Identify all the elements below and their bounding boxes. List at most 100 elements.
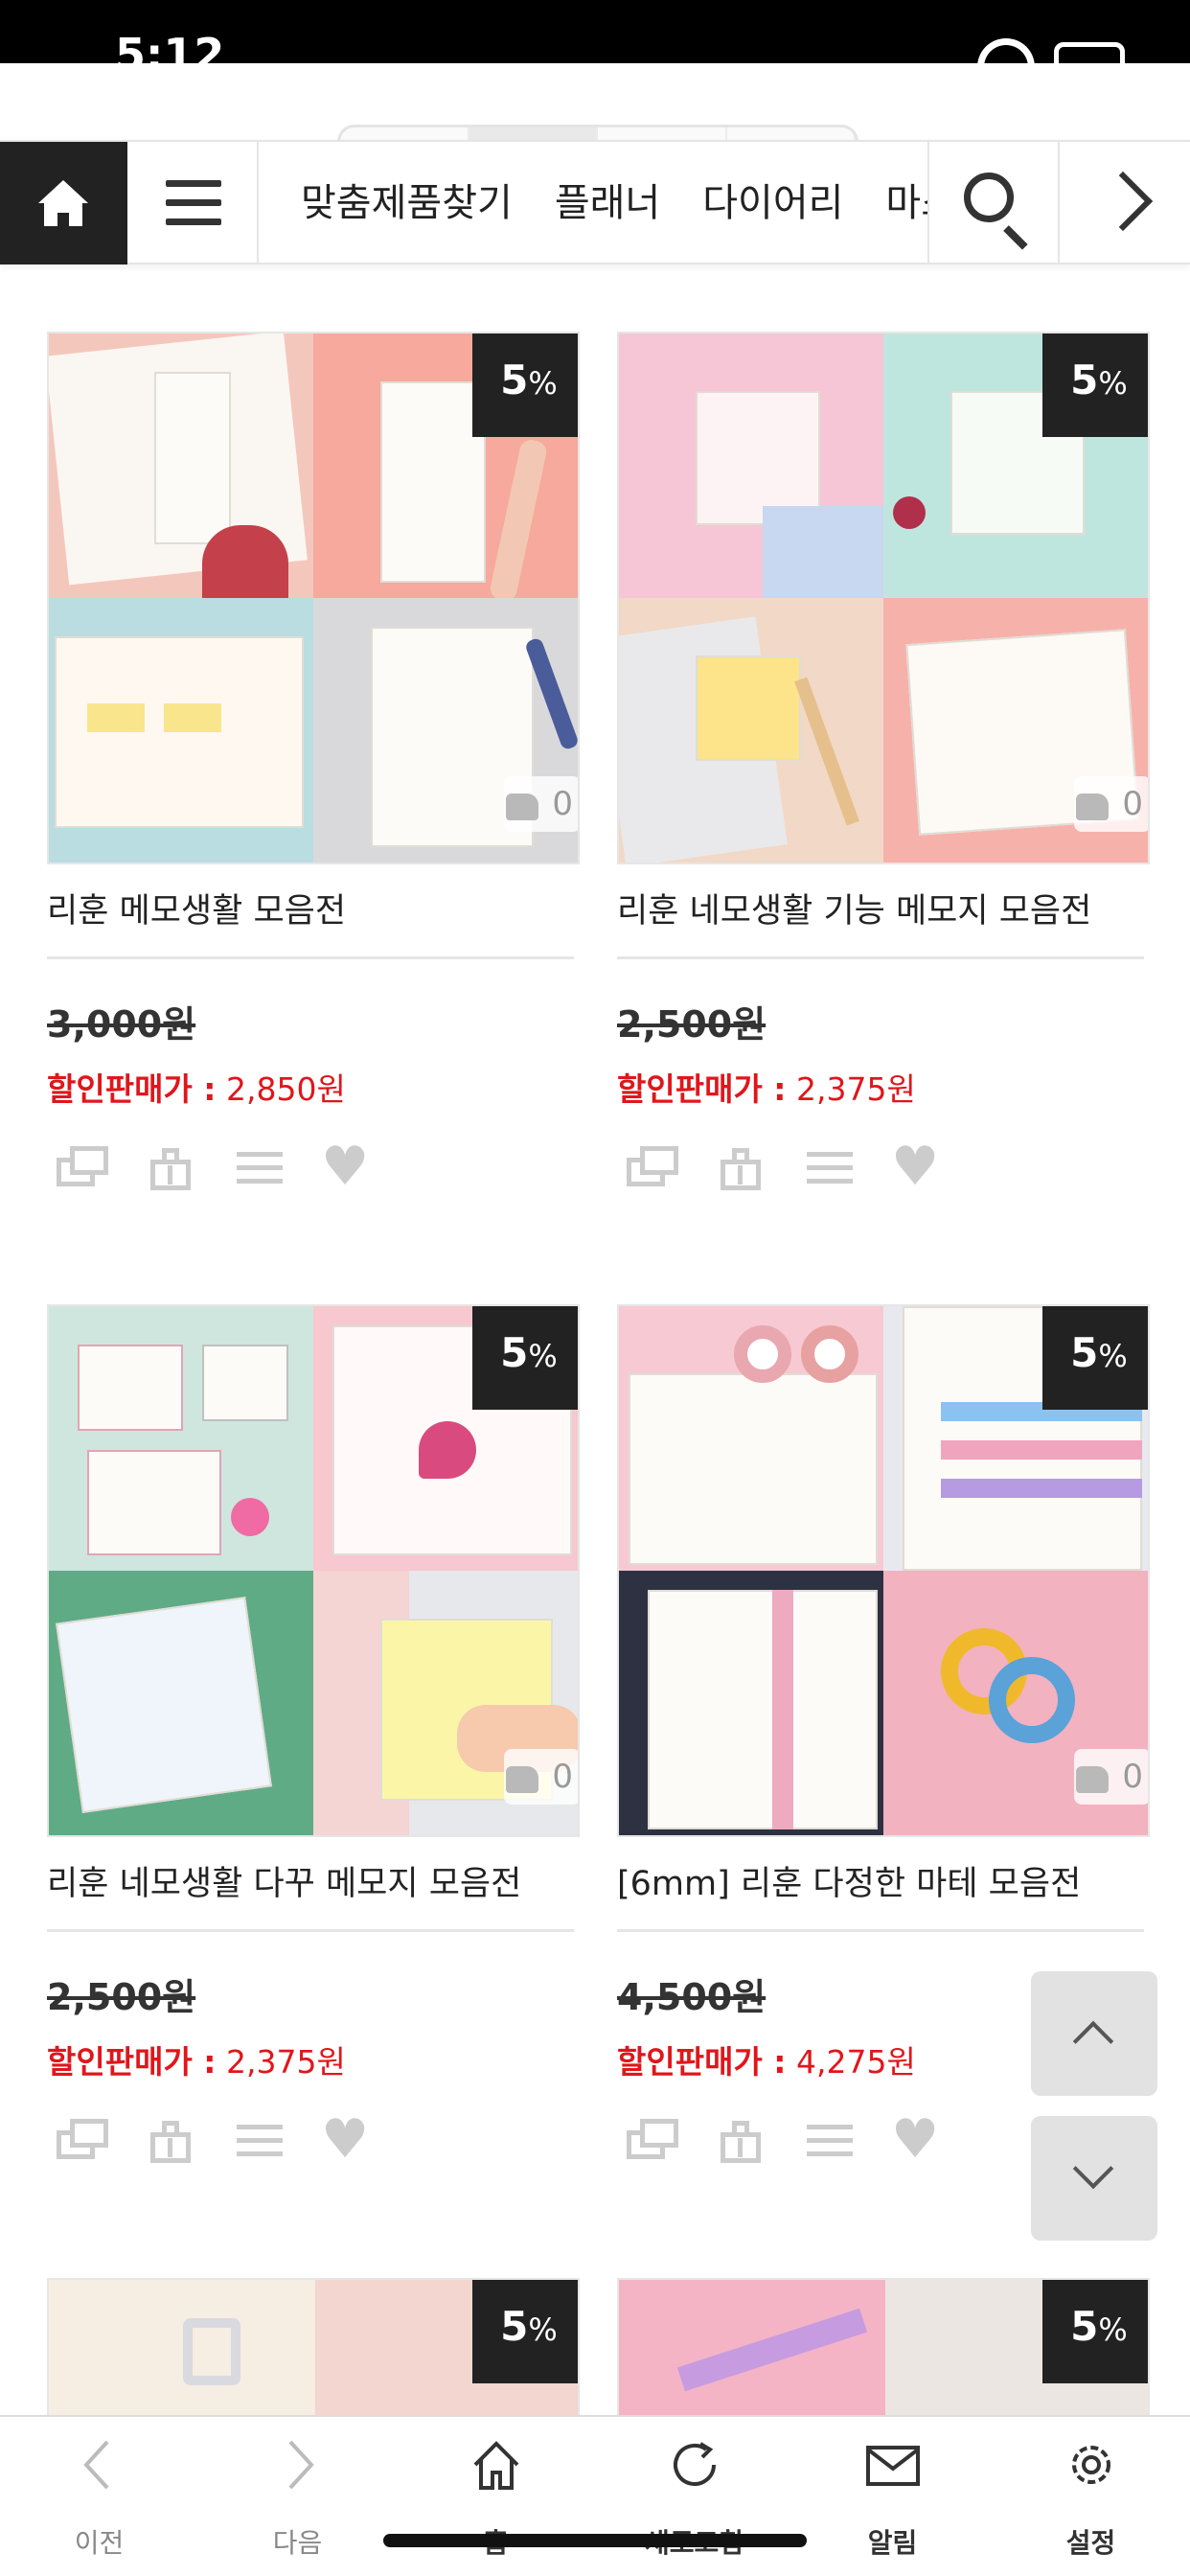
like-count: 0	[552, 1758, 573, 1796]
cart-icon[interactable]	[145, 1144, 196, 1190]
product-image[interactable]: 5% 0	[617, 1304, 1150, 1837]
heart-icon[interactable]: ♥	[891, 1140, 943, 1194]
product-actions: ♥	[57, 2113, 421, 2167]
cart-icon[interactable]	[145, 2117, 196, 2163]
category-tab[interactable]: 마스킹테이프	[885, 142, 927, 264]
sale-price-label: 할인판매가 :	[617, 2043, 787, 2081]
notifications-button[interactable]: 알림	[793, 2417, 992, 2576]
sale-price-value: 4,275원	[796, 2043, 916, 2081]
product-image[interactable]: 5% 0	[617, 332, 1150, 864]
scroll-to-top-button[interactable]	[1031, 1971, 1157, 2096]
forward-button[interactable]: 다음	[198, 2417, 397, 2576]
status-bar: 5:12	[0, 0, 1190, 63]
cart-icon[interactable]	[715, 2117, 767, 2163]
home-icon	[38, 180, 88, 226]
product-actions: ♥	[57, 1140, 421, 1194]
menu-button[interactable]	[127, 142, 259, 264]
sale-price: 할인판매가 : 2,375원	[617, 1064, 916, 1110]
cart-icon[interactable]	[715, 1144, 767, 1190]
product-image[interactable]: 5%	[617, 2278, 1150, 2415]
list-icon[interactable]	[803, 1144, 855, 1190]
search-button[interactable]	[927, 142, 1058, 264]
heart-icon[interactable]: ♥	[321, 2113, 373, 2167]
refresh-icon	[674, 2442, 716, 2486]
heart-icon[interactable]: ♥	[321, 1140, 373, 1194]
refresh-button[interactable]: 새로고침	[595, 2417, 793, 2576]
product-image[interactable]: 5% 0	[47, 1304, 580, 1837]
sale-price: 할인판매가 : 4,275원	[617, 2036, 916, 2082]
original-price: 3,000원	[47, 1003, 196, 1046]
product-name[interactable]: 리훈 메모생활 모음전	[47, 887, 580, 935]
nav-scroll-right-button[interactable]	[1058, 142, 1190, 264]
scroll-to-bottom-button[interactable]	[1031, 2116, 1157, 2241]
category-nav-bar: 맞춤제품찾기 플래너 다이어리 마스킹테이프	[0, 140, 1190, 264]
product-name[interactable]: 리훈 네모생활 다꾸 메모지 모음전	[47, 1860, 580, 1908]
home-icon	[473, 2441, 519, 2490]
sale-price-value: 2,850원	[226, 1070, 346, 1108]
like-button[interactable]: 0	[1074, 776, 1148, 832]
discount-badge: 5%	[472, 334, 578, 437]
product-actions: ♥	[627, 2113, 991, 2167]
search-icon	[964, 172, 1014, 222]
mail-icon	[866, 2446, 920, 2486]
compare-icon[interactable]	[57, 1144, 108, 1190]
thumbs-up-icon	[506, 1766, 538, 1793]
sale-price-label: 할인판매가 :	[617, 1070, 787, 1108]
heart-icon[interactable]: ♥	[891, 2113, 943, 2167]
category-tabs: 맞춤제품찾기 플래너 다이어리 마스킹테이프	[259, 142, 927, 264]
product-image[interactable]: 5%	[47, 2278, 580, 2415]
list-icon[interactable]	[233, 1144, 285, 1190]
divider	[617, 1929, 1144, 1932]
sale-price-value: 2,375원	[226, 2043, 346, 2081]
discount-badge: 5%	[1042, 2280, 1148, 2383]
category-tab[interactable]: 다이어리	[702, 142, 843, 264]
home-nav-button[interactable]: 홈	[397, 2417, 595, 2576]
bottom-nav-bar: 이전 다음 홈 새로고침 알림 설정	[0, 2415, 1190, 2576]
divider	[47, 1929, 574, 1932]
settings-button[interactable]: 설정	[992, 2417, 1190, 2576]
product-name[interactable]: 리훈 네모생활 기능 메모지 모음전	[617, 887, 1150, 935]
product-actions: ♥	[627, 1140, 991, 1194]
chevron-down-icon	[1072, 2148, 1114, 2190]
list-icon[interactable]	[803, 2117, 855, 2163]
sale-price: 할인판매가 : 2,375원	[47, 2036, 346, 2082]
sale-price: 할인판매가 : 2,850원	[47, 1064, 346, 1110]
wifi-icon	[977, 38, 1035, 63]
chevron-left-icon	[83, 2440, 109, 2490]
divider	[617, 956, 1144, 959]
product-name[interactable]: [6mm] 리훈 다정한 마테 모음전	[617, 1860, 1150, 1908]
list-icon[interactable]	[233, 2117, 285, 2163]
compare-icon[interactable]	[57, 2117, 108, 2163]
thumbs-up-icon	[1076, 1766, 1109, 1793]
chevron-right-icon	[1092, 171, 1154, 232]
sale-price-label: 할인판매가 :	[47, 2043, 217, 2081]
bottom-nav-label: 알림	[867, 2527, 918, 2559]
home-button[interactable]	[0, 142, 127, 264]
like-button[interactable]: 0	[504, 1749, 578, 1805]
home-indicator	[383, 2534, 807, 2547]
product-image[interactable]: 5% 0	[47, 332, 580, 864]
original-price: 4,500원	[617, 1976, 767, 2018]
compare-icon[interactable]	[627, 1144, 678, 1190]
original-price: 2,500원	[617, 1003, 767, 1046]
discount-badge: 5%	[472, 1306, 578, 1410]
category-tab[interactable]: 플래너	[555, 142, 660, 264]
like-button[interactable]: 0	[504, 776, 578, 832]
like-button[interactable]: 0	[1074, 1749, 1148, 1805]
like-count: 0	[1122, 1758, 1143, 1796]
category-tab[interactable]: 맞춤제품찾기	[301, 142, 513, 264]
back-button[interactable]: 이전	[0, 2417, 198, 2576]
battery-icon	[1054, 42, 1125, 63]
like-count: 0	[1122, 785, 1143, 823]
compare-icon[interactable]	[627, 2117, 678, 2163]
bottom-nav-label: 다음	[272, 2527, 323, 2559]
like-count: 0	[552, 785, 573, 823]
hamburger-icon	[166, 180, 221, 226]
gear-icon	[1072, 2446, 1110, 2484]
divider	[47, 956, 574, 959]
sale-price-value: 2,375원	[796, 1070, 916, 1108]
chevron-right-icon	[288, 2440, 314, 2490]
thumbs-up-icon	[506, 794, 538, 820]
bottom-nav-label: 이전	[74, 2527, 125, 2559]
discount-badge: 5%	[1042, 1306, 1148, 1410]
